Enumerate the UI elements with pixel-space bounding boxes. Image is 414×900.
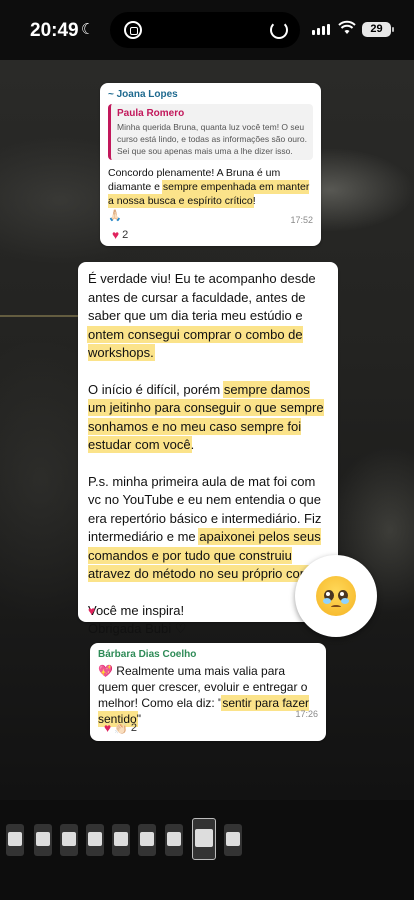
moon-icon: ☾	[81, 21, 95, 38]
message-timestamp: 17:52	[290, 215, 313, 225]
whatsapp-icon	[124, 21, 142, 39]
cellular-signal-icon	[312, 24, 330, 35]
status-time: 20:49	[30, 20, 79, 41]
quoted-sender-name: Paula Romero	[117, 108, 185, 119]
reaction-count: 2	[122, 229, 129, 241]
message-bubble-long[interactable]: É verdade viu! Eu te acompanho desde ant…	[78, 262, 338, 636]
dynamic-island[interactable]	[110, 12, 300, 48]
battery-indicator: 29	[362, 22, 394, 37]
message-text: Concordo plenamente! A Bruna é um diaman…	[108, 167, 310, 207]
heart-icon: ♥	[104, 721, 112, 735]
reaction-count: 2	[130, 722, 137, 734]
praying-hands-emoji: 🙏🏻	[108, 210, 122, 222]
story-thumbnail[interactable]	[6, 824, 24, 856]
paragraph-2: O início é difícil, porém sempre damos u…	[88, 381, 324, 452]
clapping-hands-icon: 👏🏻	[114, 722, 128, 735]
story-thumbnail[interactable]	[60, 824, 78, 856]
status-bar: 20:49 ☾ 29	[0, 0, 414, 60]
message-text: 💖 Realmente uma mais valia para quem que…	[98, 664, 310, 726]
background-light-strip	[0, 315, 90, 317]
story-thumbnail[interactable]	[34, 824, 52, 856]
sender-name: Bárbara Dias Coelho	[98, 649, 197, 660]
reactions-pill[interactable]: ♥ 👏🏻 2	[104, 721, 137, 735]
message-bubble-joana[interactable]: ~ Joana Lopes Paula Romero Minha querida…	[100, 83, 321, 246]
sender-name: ~ Joana Lopes	[108, 89, 178, 100]
refresh-icon	[270, 21, 288, 39]
heart-icon: ♥	[88, 604, 96, 618]
pleading-face-icon	[316, 576, 356, 616]
pleading-face-reaction	[295, 555, 377, 637]
paragraph-3: P.s. minha primeira aula de mat foi com …	[88, 473, 323, 581]
reactions-pill[interactable]: ♥ 2	[112, 228, 128, 242]
paragraph-4: Você me inspira! Obrigada Bubi ♡	[88, 602, 187, 637]
paragraph-1: É verdade viu! Eu te acompanho desde ant…	[88, 271, 316, 360]
message-bubble-barbara[interactable]: Bárbara Dias Coelho 💖 Realmente uma mais…	[90, 643, 326, 741]
quoted-text: Minha querida Bruna, quanta luz você tem…	[117, 122, 307, 160]
story-thumbnail[interactable]	[138, 824, 156, 856]
quoted-message[interactable]: Paula Romero Minha querida Bruna, quanta…	[108, 104, 313, 160]
message-timestamp: 17:26	[295, 709, 318, 719]
story-thumbnail[interactable]	[224, 824, 242, 856]
sparkling-heart-icon: 💖	[98, 664, 113, 678]
story-thumbnail[interactable]	[112, 824, 130, 856]
story-thumbnail-active[interactable]	[192, 818, 216, 860]
story-thumbnail[interactable]	[86, 824, 104, 856]
highlighted-text: ontem consegui comprar o combo de worksh…	[88, 326, 303, 360]
story-thumbnail[interactable]	[165, 824, 183, 856]
heart-icon: ♥	[112, 228, 120, 242]
wifi-icon	[338, 20, 356, 34]
reactions-pill[interactable]: ♥	[88, 602, 95, 621]
story-thumbnail-strip	[0, 818, 414, 863]
